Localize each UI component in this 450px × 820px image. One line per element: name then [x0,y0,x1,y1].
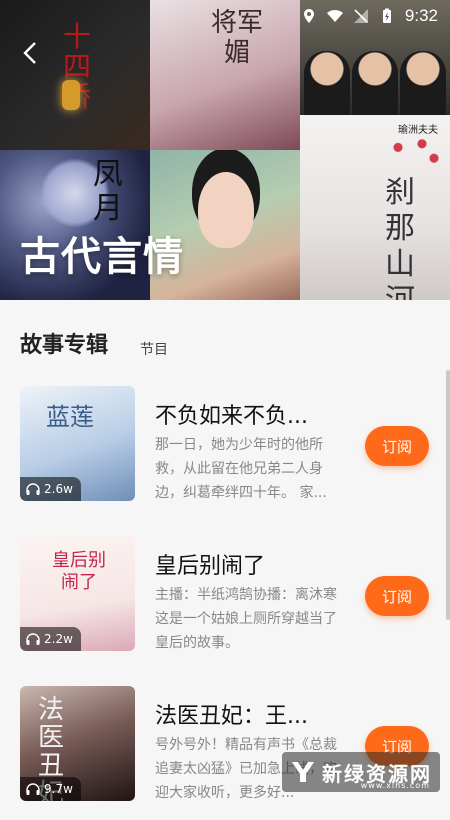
album-cover[interactable]: 蓝莲 2.6w [20,386,135,501]
scrollbar[interactable] [446,370,450,620]
cover-tile: 瑜洲夫夫 刹那山河 [300,115,450,300]
headphones-icon [26,633,40,645]
album-cover[interactable]: 皇后别闹了 2.2w [20,536,135,651]
album-description: 主播：半纸鸿鹄协播：离沐寒这是一个姑娘上厕所穿越当了皇后的故事。 [155,587,337,651]
status-time: 9:32 [404,6,438,25]
category-header-banner: 十四桥 将军媚 凤月 瑜洲夫夫 刹那山河 [0,0,450,300]
subscribe-button[interactable]: 订阅 [365,576,429,616]
watermark-logo-icon [292,762,314,782]
cover-tile-title: 刹那山河 [385,175,415,300]
play-count: 2.6w [44,482,73,496]
status-bar: 9:32 [300,0,450,32]
cover-tile: 将军媚 [150,0,300,150]
person-figure [400,51,446,115]
person-figure [304,51,350,115]
cover-title: 皇后别闹了 [52,550,106,593]
cover-tile: 十四桥 [0,0,150,150]
person-figure [352,51,398,115]
signal-off-icon [353,9,368,23]
blossom-decoration [386,133,446,169]
play-count: 2.2w [44,632,73,646]
back-button[interactable] [14,40,46,72]
album-title: 不负如来不负... [155,404,308,429]
tab-programs[interactable]: 节目 [140,339,168,359]
album-description: 那一日，她为少年时的他所救，从此留在他兄弟二人身边，纠葛牵绊四十年。 家... [155,437,327,501]
battery-charging-icon [382,8,391,23]
cover-title: 蓝莲 [46,403,94,431]
chevron-left-icon [23,42,36,64]
watermark: 新绿资源网 www.xlhs.com [282,752,440,792]
list-item[interactable]: 蓝莲 2.6w 不负如来不负... 那一日，她为少年时的他所救，从此留在他兄弟二… [0,370,450,520]
list-item[interactable]: 法医丑妃 9.7w 法医丑妃：王... 号外号外！精品有声书《总裁追妻太凶猛》已… [0,670,450,820]
play-count-badge: 2.6w [20,477,81,501]
tab-story-albums[interactable]: 故事专辑 [20,327,108,359]
play-count-badge: 2.2w [20,627,81,651]
cover-tile-title: 将军媚 [210,8,263,68]
location-icon [303,9,314,23]
album-title: 皇后别闹了 [155,554,266,579]
album-title: 法医丑妃：王... [155,704,308,729]
cover-tile-title: 凤月 [93,157,123,226]
play-count: 9.7w [44,782,73,796]
subscribe-button[interactable]: 订阅 [365,426,429,466]
watermark-url: www.xlhs.com [360,781,430,790]
headphones-icon [26,483,40,495]
lantern-decoration [62,80,80,110]
category-title: 古代言情 [20,234,184,280]
list-item[interactable]: 皇后别闹了 2.2w 皇后别闹了 主播：半纸鸿鹄协播：离沐寒这是一个姑娘上厕所穿… [0,520,450,670]
play-count-badge: 9.7w [20,777,81,801]
portrait-figure [198,172,254,248]
album-cover[interactable]: 法医丑妃 9.7w [20,686,135,801]
headphones-icon [26,783,40,795]
tab-bar: 故事专辑 节目 [0,300,450,370]
wifi-icon [326,9,343,22]
album-list: 蓝莲 2.6w 不负如来不负... 那一日，她为少年时的他所救，从此留在他兄弟二… [0,370,450,801]
